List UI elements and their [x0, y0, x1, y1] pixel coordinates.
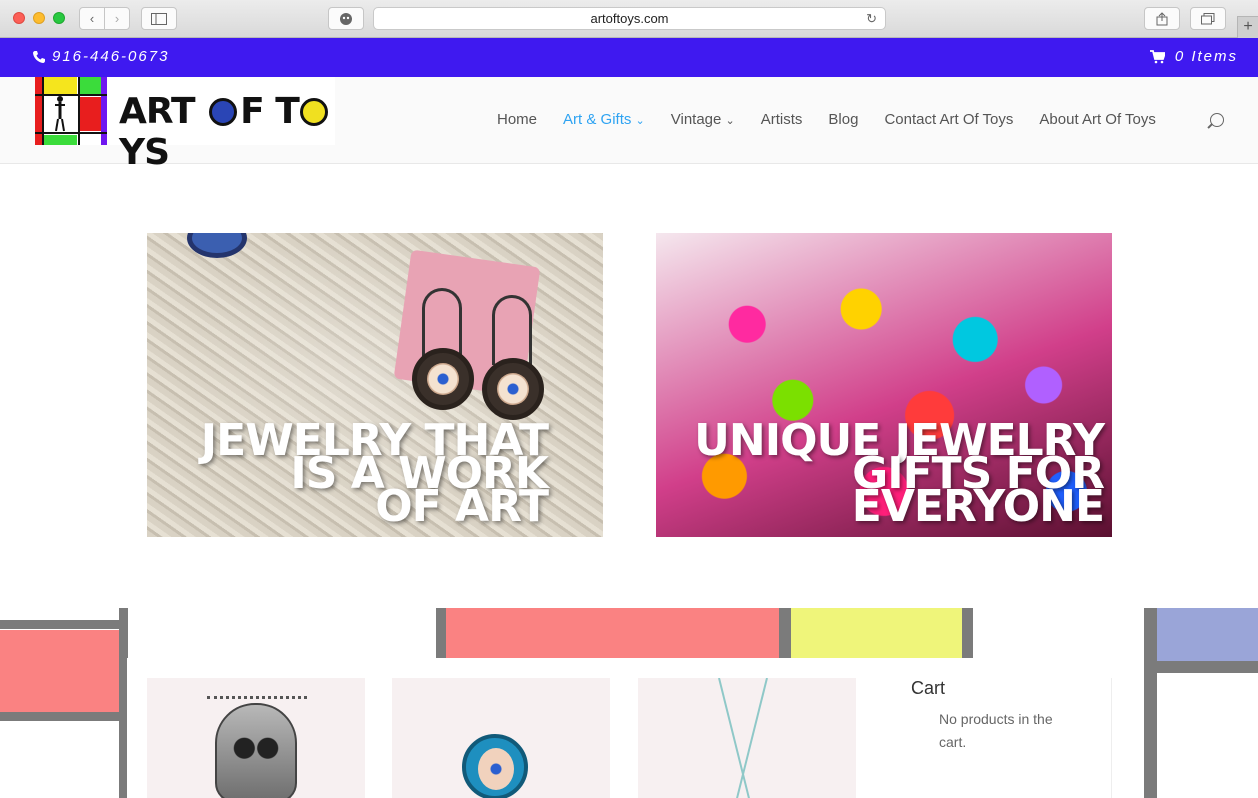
search-icon[interactable] [1210, 113, 1224, 127]
mondrian-logo-icon [35, 77, 107, 145]
nav-about[interactable]: About Art Of Toys [1039, 111, 1155, 128]
necklace-chain [718, 678, 752, 798]
chevron-down-icon: ⌄ [725, 115, 735, 127]
banner-title: JEWELRY THAT IS A WORK OF ART [200, 415, 549, 532]
nav-art-gifts[interactable]: Art & Gifts ⌄ [563, 111, 645, 128]
nav-home[interactable]: Home [497, 111, 537, 128]
chevron-left-icon: ‹ [89, 11, 95, 26]
forward-button[interactable]: › [104, 7, 130, 30]
close-window-button[interactable] [13, 12, 25, 24]
nav-contact[interactable]: Contact Art Of Toys [884, 111, 1013, 128]
shopping-cart-icon [1149, 49, 1165, 63]
back-button[interactable]: ‹ [79, 7, 105, 30]
earring-wire [492, 295, 532, 365]
show-tabs-button[interactable] [1190, 7, 1226, 30]
chevron-down-icon: ⌄ [635, 115, 645, 127]
logo-text-ys: YS [119, 132, 170, 173]
reload-icon[interactable]: ↻ [866, 11, 877, 27]
cart-empty-message: No products in the cart. [939, 711, 1053, 750]
nav-vintage[interactable]: Vintage ⌄ [671, 111, 735, 128]
phone-number: 916-446-0673 [52, 48, 170, 65]
main-navigation: Home Art & Gifts ⌄ Vintage ⌄ Artists Blo… [497, 111, 1156, 128]
nav-vintage-label: Vintage [670, 111, 722, 128]
logo-o-blue [209, 98, 238, 126]
nav-art-gifts-label: Art & Gifts [563, 111, 632, 128]
nav-artists[interactable]: Artists [761, 111, 803, 128]
sidebar-icon [151, 12, 167, 25]
browser-toolbar: ‹ › artoftoys.com ↻ + [0, 0, 1258, 38]
cart-widget: Cart No products in the cart. [895, 678, 1112, 798]
chevron-right-icon: › [114, 11, 120, 26]
banner-title: UNIQUE JEWELRY GIFTS FOR EVERYONE [694, 415, 1105, 532]
logo-text-f-t: F T [240, 91, 300, 132]
logo-text-art: ART [119, 91, 196, 132]
sidebar-toggle-button[interactable] [141, 7, 177, 30]
share-icon [1156, 11, 1168, 25]
ring-decoration [187, 233, 247, 258]
skull-pendant-image [215, 703, 297, 798]
share-button[interactable] [1144, 7, 1180, 30]
phone-link[interactable]: 916-446-0673 [32, 48, 169, 65]
nav-blog[interactable]: Blog [828, 111, 858, 128]
tabs-icon [1201, 12, 1215, 24]
necklace-chain [734, 678, 768, 798]
site-logo[interactable]: ART F T YS [35, 77, 335, 173]
eye-earring-image [412, 348, 474, 410]
cart-count: 0 Items [1174, 48, 1238, 65]
eye-earring-image [482, 358, 544, 420]
unique-jewelry-banner[interactable]: UNIQUE JEWELRY GIFTS FOR EVERYONE [656, 233, 1112, 537]
site-header: ART F T YS Home Art & Gifts ⌄ Vintage ⌄ A… [0, 77, 1258, 173]
minimize-window-button[interactable] [33, 12, 45, 24]
url-text: artoftoys.com [590, 11, 669, 26]
ghostery-icon [340, 12, 352, 25]
cart-link[interactable]: 0 Items [1149, 48, 1238, 65]
cart-widget-title: Cart [911, 678, 946, 698]
phone-icon [33, 50, 45, 63]
product-card[interactable] [392, 678, 610, 798]
address-bar[interactable]: artoftoys.com ↻ [373, 7, 886, 30]
new-tab-button[interactable]: + [1237, 16, 1258, 38]
eye-ring-image [462, 734, 528, 798]
product-card[interactable] [638, 678, 856, 798]
top-info-bar: 916-446-0673 0 Items [0, 38, 1258, 77]
extension-button[interactable] [328, 7, 364, 30]
logo-o-yellow [299, 98, 328, 126]
zoom-window-button[interactable] [53, 12, 65, 24]
product-card[interactable] [147, 678, 365, 798]
logo-wordmark: ART F T YS [119, 91, 335, 173]
jewelry-art-banner[interactable]: JEWELRY THAT IS A WORK OF ART [147, 233, 603, 537]
